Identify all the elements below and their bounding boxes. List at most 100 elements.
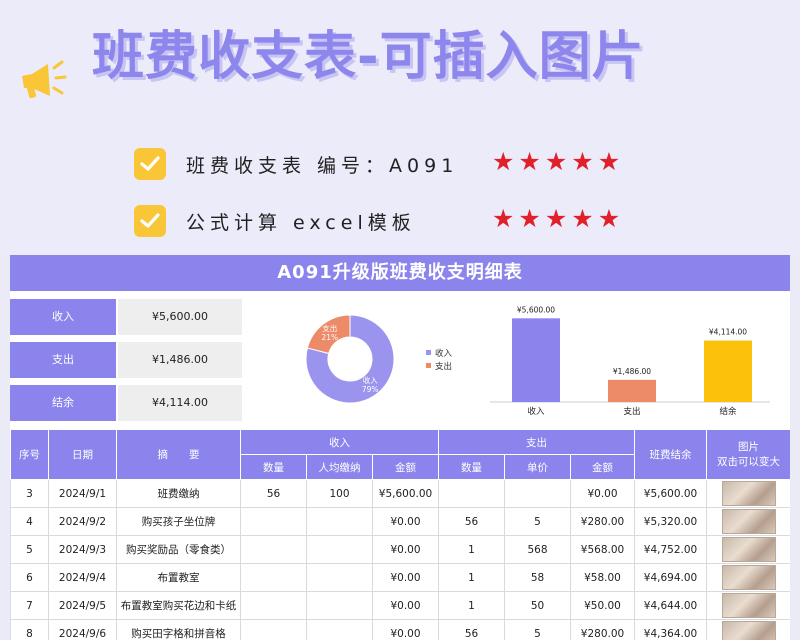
table-cell-balance[interactable]: ¥5,320.00 — [634, 507, 707, 536]
table-cell-seq[interactable]: 3 — [10, 479, 49, 508]
bar-category-label: 支出 — [623, 406, 640, 417]
table-cell-balance[interactable]: ¥4,752.00 — [634, 535, 707, 564]
table-cell-balance[interactable]: ¥4,694.00 — [634, 563, 707, 592]
header-balance: 班费结余 — [634, 429, 707, 480]
table-cell-in-amount[interactable]: ¥0.00 — [372, 591, 439, 620]
feature-item: 公式计算 excel模板 — [134, 204, 416, 238]
summary-label[interactable]: 收入 — [10, 299, 116, 335]
table-cell-date[interactable]: 2024/9/5 — [48, 591, 117, 620]
table-cell-desc[interactable]: 布置教室 — [116, 563, 241, 592]
table-cell-balance[interactable]: ¥4,364.00 — [634, 619, 707, 640]
table-cell-out-amount[interactable]: ¥58.00 — [570, 563, 635, 592]
header-expense: 支出 — [438, 429, 635, 455]
bar-0 — [512, 318, 560, 402]
header-date: 日期 — [48, 429, 117, 480]
table-cell-balance[interactable]: ¥4,644.00 — [634, 591, 707, 620]
image-cell[interactable] — [706, 591, 790, 620]
receipt-thumbnail[interactable] — [721, 593, 776, 618]
table-cell-out-amount[interactable]: ¥280.00 — [570, 619, 635, 640]
summary-label[interactable]: 结余 — [10, 385, 116, 421]
table-cell-out-price[interactable] — [504, 479, 571, 508]
table-cell-in-amount[interactable]: ¥5,600.00 — [372, 479, 439, 508]
table-cell-in-avg[interactable] — [306, 563, 373, 592]
summary-label[interactable]: 支出 — [10, 342, 116, 378]
star-rating: ★ ★ ★ ★ ★ — [492, 147, 620, 177]
table-cell-out-qty[interactable]: 1 — [438, 591, 505, 620]
summary-value[interactable]: ¥5,600.00 — [118, 299, 242, 335]
receipt-thumbnail[interactable] — [721, 621, 776, 640]
checkmark-icon — [134, 148, 166, 180]
table-cell-in-avg[interactable] — [306, 507, 373, 536]
table-cell-out-amount[interactable]: ¥280.00 — [570, 507, 635, 536]
table-row: 5 2024/9/3 购买奖励品（零食类） ¥0.00 1 568 ¥568.00 ¥4,75… — [10, 535, 790, 564]
table-cell-in-amount[interactable]: ¥0.00 — [372, 563, 439, 592]
sheet-title: A091升级版班费收支明细表 — [10, 255, 790, 291]
receipt-thumbnail[interactable] — [721, 481, 776, 506]
receipt-thumbnail[interactable] — [721, 565, 776, 590]
slice-label: 收入 — [363, 375, 378, 385]
table-cell-out-price[interactable]: 5 — [504, 507, 571, 536]
table-cell-out-qty[interactable]: 1 — [438, 563, 505, 592]
table-cell-seq[interactable]: 5 — [10, 535, 49, 564]
legend-swatch — [426, 350, 431, 355]
receipt-thumbnail[interactable] — [721, 509, 776, 534]
feature-text: 公式计算 excel模板 — [186, 211, 416, 234]
table-cell-out-qty[interactable]: 1 — [438, 535, 505, 564]
table-cell-out-price[interactable]: 5 — [504, 619, 571, 640]
summary-value[interactable]: ¥4,114.00 — [118, 385, 242, 421]
table-cell-desc[interactable]: 班费缴纳 — [116, 479, 241, 508]
star-icon: ★ — [544, 204, 568, 233]
table-cell-seq[interactable]: 7 — [10, 591, 49, 620]
table-cell-in-qty[interactable] — [240, 507, 307, 536]
table-cell-in-amount[interactable]: ¥0.00 — [372, 619, 439, 640]
table-cell-date[interactable]: 2024/9/2 — [48, 507, 117, 536]
table-cell-desc[interactable]: 购买奖励品（零食类） — [116, 535, 241, 564]
table-cell-out-price[interactable]: 50 — [504, 591, 571, 620]
table-cell-out-qty[interactable]: 56 — [438, 507, 505, 536]
table-cell-in-qty[interactable]: 56 — [240, 479, 307, 508]
table-cell-in-qty[interactable] — [240, 619, 307, 640]
table-cell-in-qty[interactable] — [240, 535, 307, 564]
table-cell-in-qty[interactable] — [240, 591, 307, 620]
table-cell-out-price[interactable]: 568 — [504, 535, 571, 564]
table-cell-date[interactable]: 2024/9/3 — [48, 535, 117, 564]
megaphone-icon — [22, 60, 67, 99]
table-cell-seq[interactable]: 4 — [10, 507, 49, 536]
image-cell[interactable] — [706, 535, 790, 564]
table-cell-seq[interactable]: 6 — [10, 563, 49, 592]
table-cell-out-qty[interactable]: 56 — [438, 619, 505, 640]
table-cell-balance[interactable]: ¥5,600.00 — [634, 479, 707, 508]
table-cell-out-amount[interactable]: ¥0.00 — [570, 479, 635, 508]
table-cell-date[interactable]: 2024/9/1 — [48, 479, 117, 508]
table-cell-desc[interactable]: 购买孩子坐位牌 — [116, 507, 241, 536]
table-cell-in-avg[interactable] — [306, 619, 373, 640]
table-cell-in-avg[interactable]: 100 — [306, 479, 373, 508]
table-cell-in-amount[interactable]: ¥0.00 — [372, 507, 439, 536]
table-cell-in-avg[interactable] — [306, 535, 373, 564]
image-cell[interactable] — [706, 507, 790, 536]
table-cell-date[interactable]: 2024/9/6 — [48, 619, 117, 640]
table-cell-desc[interactable]: 布置教室购买花边和卡纸 — [116, 591, 241, 620]
header-summary: 摘 要 — [116, 429, 241, 480]
receipt-thumbnail[interactable] — [721, 537, 776, 562]
bar-data-label: ¥4,114.00 — [709, 328, 747, 337]
bar-chart[interactable]: ¥5,600.00 收入 ¥1,486.00 支出 ¥4,114.00 结余 — [490, 297, 770, 427]
checkmark-icon — [134, 205, 166, 237]
table-cell-out-price[interactable]: 58 — [504, 563, 571, 592]
table-cell-in-qty[interactable] — [240, 563, 307, 592]
image-cell[interactable] — [706, 479, 790, 508]
table-cell-in-avg[interactable] — [306, 591, 373, 620]
image-cell[interactable] — [706, 619, 790, 640]
table-cell-seq[interactable]: 8 — [10, 619, 49, 640]
table-cell-desc[interactable]: 购买田字格和拼音格 — [116, 619, 241, 640]
donut-chart[interactable]: 支出21%收入79%收入支出 — [306, 315, 476, 405]
table-cell-out-amount[interactable]: ¥50.00 — [570, 591, 635, 620]
table-cell-out-amount[interactable]: ¥568.00 — [570, 535, 635, 564]
summary-value[interactable]: ¥1,486.00 — [118, 342, 242, 378]
table-cell-out-qty[interactable] — [438, 479, 505, 508]
table-cell-in-amount[interactable]: ¥0.00 — [372, 535, 439, 564]
star-icon: ★ — [597, 147, 621, 176]
summary-balance-row: 结余 ¥4,114.00 — [10, 385, 242, 421]
image-cell[interactable] — [706, 563, 790, 592]
table-cell-date[interactable]: 2024/9/4 — [48, 563, 117, 592]
